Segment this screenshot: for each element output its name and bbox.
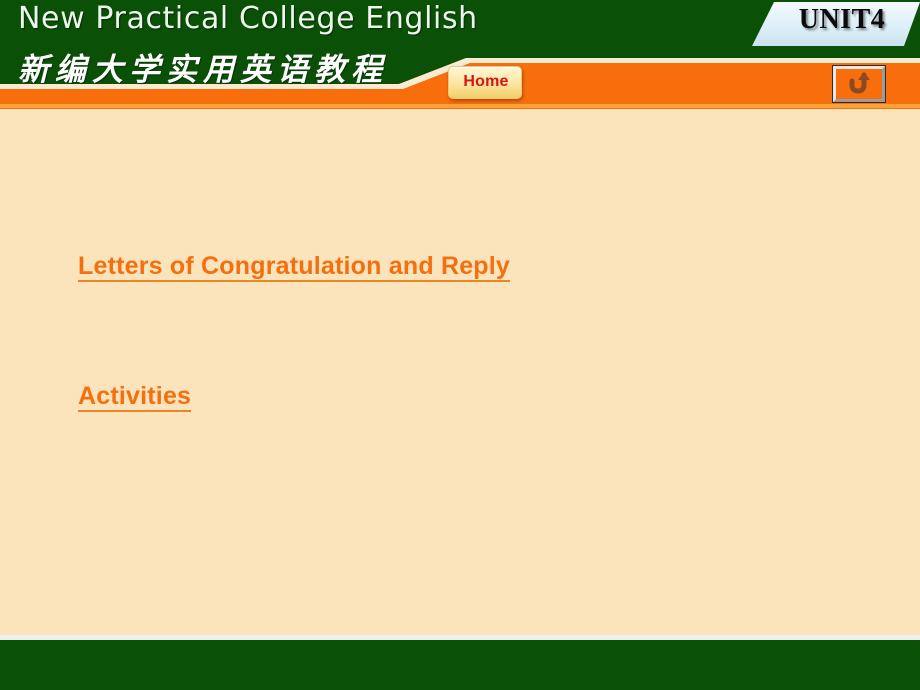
course-title-chinese: 新编大学实用英语教程 xyxy=(18,52,388,88)
link-letters-of-congratulation-and-reply[interactable]: Letters of Congratulation and Reply xyxy=(78,254,511,282)
return-arrow-icon xyxy=(849,72,870,94)
slide-content-area xyxy=(0,108,920,636)
slide-header: New Practical College English 新编大学实用英语教程… xyxy=(0,0,920,110)
link-activities[interactable]: Activities xyxy=(78,384,192,412)
home-button[interactable]: Home xyxy=(448,66,522,99)
unit-badge-label: UNIT4 xyxy=(798,4,886,35)
return-button[interactable] xyxy=(832,65,886,103)
home-button-label: Home xyxy=(463,73,509,90)
slide-root: New Practical College English 新编大学实用英语教程… xyxy=(0,0,920,690)
header-orange-band-highlight xyxy=(0,104,920,108)
slide-footer xyxy=(0,640,920,690)
course-title-english: New Practical College English xyxy=(18,1,478,36)
